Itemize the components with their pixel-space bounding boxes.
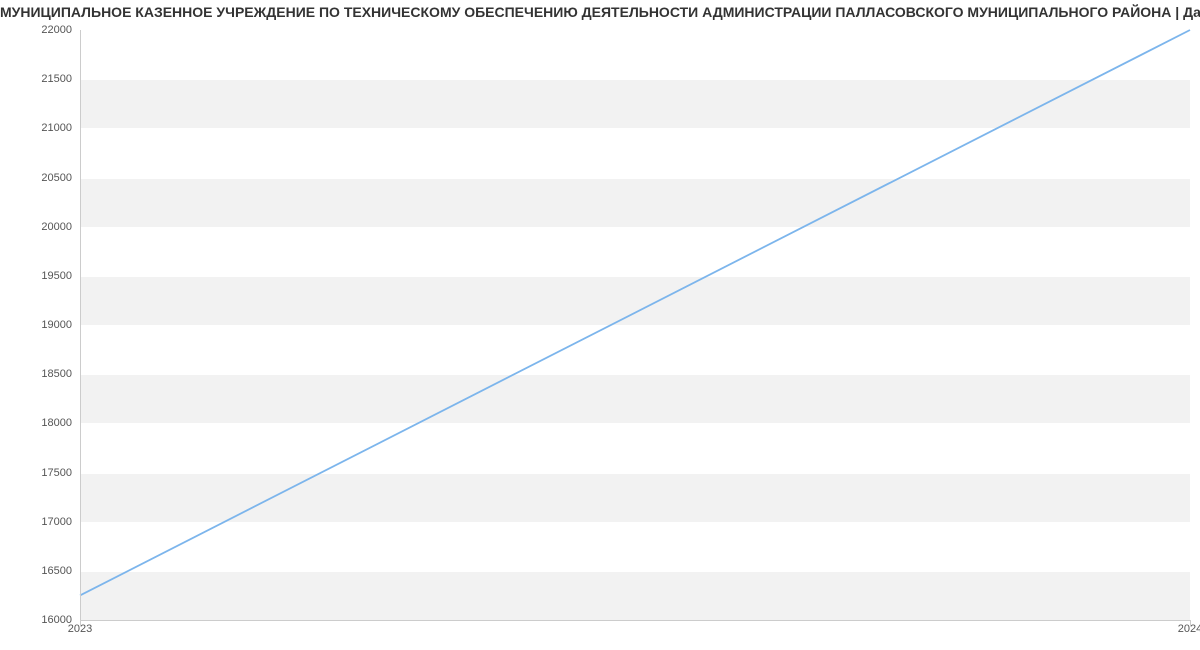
y-tick-label: 21000 — [41, 122, 72, 134]
y-tick-label: 21500 — [41, 73, 72, 85]
y-tick-label: 19000 — [41, 319, 72, 331]
x-tick-label: 2024 — [1178, 623, 1200, 635]
y-tick-label: 18000 — [41, 417, 72, 429]
y-tick-label: 16500 — [41, 565, 72, 577]
x-axis-line — [80, 620, 1190, 621]
y-axis-line — [80, 30, 81, 620]
y-tick-label: 19500 — [41, 270, 72, 282]
x-tick-mark — [80, 620, 81, 626]
series-line — [80, 30, 1190, 595]
chart-container: МУНИЦИПАЛЬНОЕ КАЗЕННОЕ УЧРЕЖДЕНИЕ ПО ТЕХ… — [0, 0, 1200, 650]
y-tick-label: 20500 — [41, 172, 72, 184]
x-tick-mark — [1190, 620, 1191, 626]
plot-area — [80, 30, 1190, 620]
chart-title: МУНИЦИПАЛЬНОЕ КАЗЕННОЕ УЧРЕЖДЕНИЕ ПО ТЕХ… — [0, 4, 1200, 20]
y-tick-label: 20000 — [41, 221, 72, 233]
y-tick-label: 22000 — [41, 24, 72, 36]
y-tick-label: 18500 — [41, 368, 72, 380]
line-series — [80, 30, 1190, 620]
y-tick-label: 17500 — [41, 467, 72, 479]
y-tick-label: 17000 — [41, 516, 72, 528]
